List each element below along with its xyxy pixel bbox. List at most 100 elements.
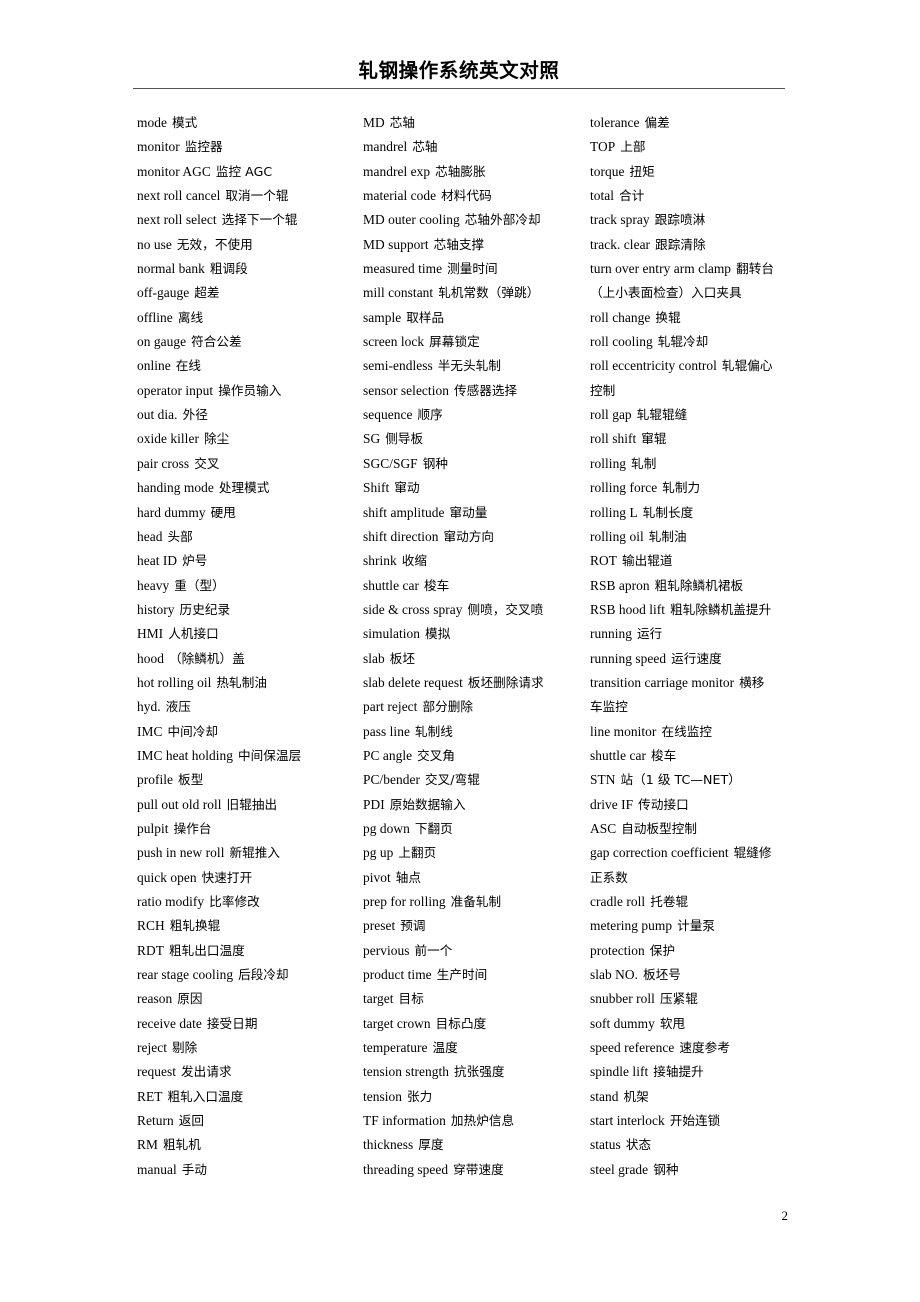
term-english: threading speed [363,1161,449,1177]
term-chinese: 轧辊辊缝 [636,407,688,423]
term-chinese: 芯轴外部冷却 [464,212,541,228]
term-chinese: 手动 [181,1161,208,1177]
term-english: head [137,528,163,544]
term-english: heavy [137,577,170,593]
term-chinese: 重（型） [174,577,225,593]
glossary-entry: quick open 快速打开 [137,866,363,890]
glossary-entry-continuation: （上小表面检查）入口夹具 [590,281,797,305]
term-english: ROT [590,553,617,569]
term-english: ratio modify [137,894,205,909]
glossary-entry: push in new roll 新辊推入 [137,841,363,865]
term-chinese: 预调 [400,918,426,934]
term-english: protection [590,942,645,958]
glossary-entry: RET 粗轧入口温度 [137,1085,363,1109]
term-chinese: 芯轴 [389,115,415,130]
term-english: handing mode [137,480,214,496]
term-english: RM [137,1137,158,1153]
glossary-entry: MD support 芯轴支撑 [363,233,590,257]
term-chinese: 监控器 [184,139,223,155]
term-chinese: 模式 [171,115,198,130]
glossary-column-3: tolerance 偏差 TOP 上部 torque 扭矩 total 合计 track spr… [590,111,797,1182]
term-chinese: 原因 [177,991,203,1007]
glossary-entry: stand 机架 [590,1085,797,1109]
term-chinese: 板型 [178,772,204,788]
page-title: 轧钢操作系统英文对照 [358,59,560,82]
glossary-entry: TOP 上部 [590,135,797,159]
term-chinese: 钢种 [422,455,448,471]
glossary-entry: next roll cancel 取消一个辊 [137,184,363,208]
term-english: RET [137,1088,163,1104]
term-english: manual [137,1161,177,1177]
term-chinese: 交叉角 [417,747,456,763]
term-english: pull out old roll [137,796,222,812]
term-chinese: 轴点 [395,869,422,885]
glossary-entry: soft dummy 软甩 [590,1012,797,1036]
term-english: SGC/SGF [363,455,418,471]
term-english: shuttle car [590,747,646,763]
term-english: shift direction [363,528,439,544]
term-chinese: 轧机常数（弹跳） [438,285,540,301]
term-english: roll cooling [590,334,653,350]
glossary-entry: online 在线 [137,354,363,378]
term-english: simulation [363,626,421,642]
glossary-entry: HMI 人机接口 [137,622,363,646]
term-english: hard dummy [137,504,206,520]
term-english: soft dummy [590,1015,655,1031]
term-chinese: 托卷辊 [650,894,689,909]
term-chinese: 模拟 [425,626,451,642]
term-english: HMI [137,626,164,642]
term-english: mandrel [363,139,408,155]
term-chinese: 状态 [625,1137,652,1153]
term-chinese: 粗轧出口温度 [168,942,245,958]
glossary-entry: manual 手动 [137,1158,363,1182]
glossary-entry: hot rolling oil 热轧制油 [137,671,363,695]
glossary-entry: shuttle car 梭车 [590,744,797,768]
glossary-entry: preset 预调 [363,914,590,938]
glossary-entry: speed reference 速度参考 [590,1036,797,1060]
glossary-entry: pair cross 交叉 [137,452,363,476]
term-english: profile [137,772,174,788]
term-chinese: 粗轧除鳞机裙板 [654,577,744,593]
term-english: MD support [363,236,429,252]
glossary-entry: tolerance 偏差 [590,111,797,135]
glossary-entry: snubber roll 压紧辊 [590,987,797,1011]
term-chinese: 准备轧制 [450,894,502,909]
term-chinese: 窜动方向 [443,528,495,544]
term-english: hot rolling oil [137,674,212,690]
term-english: heat ID [137,553,178,569]
term-english: target [363,991,394,1007]
glossary-entry: ASC 自动板型控制 [590,817,797,841]
term-english: IMC [137,723,163,739]
glossary-entry: pass line 轧制线 [363,720,590,744]
term-chinese: 计量泵 [677,918,716,934]
term-english: side & cross spray [363,601,463,617]
term-chinese: 轧制油 [648,528,687,544]
term-chinese: 取消一个辊 [225,188,289,204]
term-english: rolling [590,455,627,471]
glossary-entry: shift amplitude 窜动量 [363,501,590,525]
glossary-entry: slab 板坯 [363,647,590,671]
term-english: semi-endless [363,358,433,374]
term-chinese: 厚度 [418,1137,444,1153]
glossary-entry: monitor 监控器 [137,135,363,159]
glossary-entry: rolling force 轧制力 [590,476,797,500]
term-english: out dia. [137,407,178,423]
term-english: stand [590,1088,619,1104]
glossary-entry: SG 侧导板 [363,427,590,451]
term-chinese: 粗轧入口温度 [167,1088,244,1104]
term-chinese: 梭车 [423,577,450,593]
term-chinese: 辊缝修 [733,845,772,861]
glossary-entry: threading speed 穿带速度 [363,1158,590,1182]
glossary-entry: MD 芯轴 [363,111,590,135]
term-english: tension strength [363,1064,449,1080]
glossary-entry: steel grade 钢种 [590,1158,797,1182]
glossary-entry: shift direction 窜动方向 [363,525,590,549]
glossary-entry: pg up 上翻页 [363,841,590,865]
term-chinese: 前一个 [414,942,453,958]
term-chinese: 传感器选择 [453,382,518,398]
term-english: sequence [363,407,413,423]
term-chinese: 侧喷，交叉喷 [467,601,544,617]
term-english: torque [590,163,625,179]
term-english: normal bank [137,261,205,277]
glossary-entry: RDT 粗轧出口温度 [137,939,363,963]
